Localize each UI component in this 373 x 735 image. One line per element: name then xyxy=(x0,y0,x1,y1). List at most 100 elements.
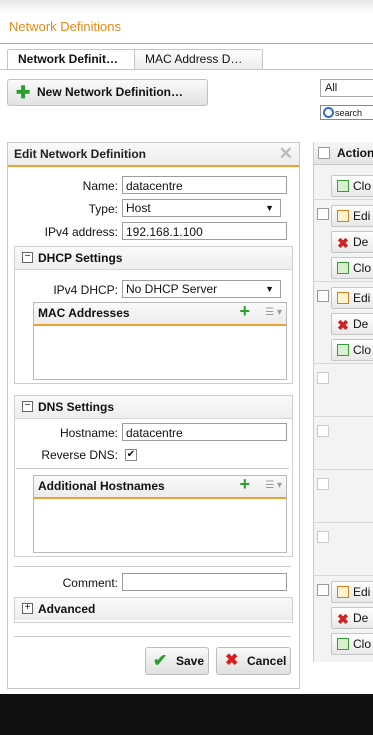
advanced-fieldset: + Advanced xyxy=(14,597,293,623)
dns-settings-title: DNS Settings xyxy=(38,400,115,414)
tab-divider xyxy=(0,69,373,70)
type-select-value: Host xyxy=(126,201,151,215)
edit-icon xyxy=(337,210,349,222)
cancel-icon: ✖ xyxy=(225,652,239,669)
row-checkbox[interactable] xyxy=(317,584,329,596)
ipv4-dhcp-select[interactable]: No DHCP Server ▼ xyxy=(122,280,281,298)
delete-button[interactable]: ✖ De xyxy=(331,313,373,335)
add-icon[interactable]: + xyxy=(239,301,250,322)
title-divider xyxy=(0,43,373,44)
tab-mac-address-definitions[interactable]: MAC Address D… xyxy=(134,49,263,69)
action-column-header: Action xyxy=(337,146,373,160)
reverse-dns-label: Reverse DNS: xyxy=(41,448,118,462)
search-button[interactable]: search xyxy=(320,105,373,120)
row-divider xyxy=(313,469,373,470)
select-all-checkbox[interactable] xyxy=(318,147,330,159)
row-checkbox[interactable] xyxy=(317,290,329,302)
edit-button[interactable]: Edi xyxy=(331,287,373,309)
add-icon[interactable]: + xyxy=(239,474,250,495)
plus-icon: ✚ xyxy=(16,83,31,102)
additional-hostnames-list: Additional Hostnames + ☰ ▾ xyxy=(33,474,287,553)
delete-button[interactable]: ✖ De xyxy=(331,231,373,253)
cancel-button[interactable]: ✖ Cancel xyxy=(216,647,291,675)
copy-icon xyxy=(337,180,349,192)
clone-button[interactable]: Clo xyxy=(331,339,373,361)
button-divider xyxy=(14,636,291,637)
row-divider xyxy=(313,416,373,417)
row-divider xyxy=(313,199,373,200)
ipv4-address-field[interactable]: 192.168.1.100 xyxy=(122,222,287,240)
close-icon[interactable]: ✕ xyxy=(279,144,293,164)
window-title: Network Definitions xyxy=(9,19,121,34)
additional-hostnames-header: Additional Hostnames + ☰ ▾ xyxy=(34,474,286,499)
list-menu-icon[interactable]: ☰ ▾ xyxy=(265,307,282,318)
advanced-title: Advanced xyxy=(38,602,96,616)
copy-icon xyxy=(337,344,349,356)
row-divider xyxy=(313,281,373,282)
new-button-label: New Network Definition… xyxy=(37,85,184,99)
copy-icon xyxy=(337,638,349,650)
row-checkbox[interactable] xyxy=(317,372,329,384)
delete-icon: ✖ xyxy=(337,317,349,333)
filter-select[interactable]: All xyxy=(320,79,373,97)
dhcp-settings-title: DHCP Settings xyxy=(38,251,123,265)
reverse-dns-checkbox[interactable]: ✔ xyxy=(125,449,137,461)
panel-header: Edit Network Definition ✕ xyxy=(8,143,299,167)
delete-icon: ✖ xyxy=(337,235,349,251)
hostname-label: Hostname: xyxy=(59,426,118,440)
new-network-definition-button[interactable]: ✚ New Network Definition… xyxy=(7,79,208,106)
type-label: Type: xyxy=(88,202,118,216)
row-checkbox[interactable] xyxy=(317,425,329,437)
dhcp-settings-header[interactable]: − DHCP Settings xyxy=(15,247,292,270)
comment-divider xyxy=(14,566,291,567)
hostname-field[interactable]: datacentre xyxy=(122,423,287,441)
type-select[interactable]: Host ▼ xyxy=(122,199,281,217)
dns-divider xyxy=(16,468,289,469)
ipv4-dhcp-label: IPv4 DHCP: xyxy=(53,283,118,297)
row-divider xyxy=(313,522,373,523)
dropdown-arrow-icon: ▼ xyxy=(265,284,274,294)
search-icon xyxy=(323,107,334,118)
app-window: Network Definitions Network Definit… MAC… xyxy=(0,0,373,694)
advanced-header[interactable]: + Advanced xyxy=(15,598,292,620)
comment-field[interactable] xyxy=(122,573,287,591)
row-checkbox[interactable] xyxy=(317,478,329,490)
additional-hostnames-title: Additional Hostnames xyxy=(38,479,165,493)
edit-button[interactable]: Edi xyxy=(331,205,373,227)
save-button[interactable]: ✔ Save xyxy=(145,647,209,675)
edit-icon xyxy=(337,292,349,304)
comment-label: Comment: xyxy=(62,576,118,590)
mac-addresses-title: MAC Addresses xyxy=(38,306,130,320)
tab-network-definitions[interactable]: Network Definit… xyxy=(7,49,140,70)
mac-addresses-list: MAC Addresses + ☰ ▾ xyxy=(33,301,287,380)
panel-title: Edit Network Definition xyxy=(14,147,146,161)
save-label: Save xyxy=(176,654,205,668)
grid-header: Action xyxy=(313,142,373,165)
list-menu-icon[interactable]: ☰ ▾ xyxy=(265,480,282,491)
row-divider xyxy=(313,575,373,576)
collapse-icon[interactable]: − xyxy=(22,401,33,412)
delete-icon: ✖ xyxy=(337,611,349,627)
row-divider xyxy=(313,363,373,364)
mac-addresses-header: MAC Addresses + ☰ ▾ xyxy=(34,301,286,326)
expand-icon[interactable]: + xyxy=(22,603,33,614)
cancel-label: Cancel xyxy=(247,654,287,668)
delete-button[interactable]: ✖ De xyxy=(331,607,373,629)
clone-button[interactable]: Clo xyxy=(331,633,373,655)
ipv4-dhcp-value: No DHCP Server xyxy=(126,282,218,296)
checkmark-icon: ✔ xyxy=(153,651,168,670)
dropdown-arrow-icon: ▼ xyxy=(265,203,274,213)
ipv4-label: IPv4 address: xyxy=(44,225,118,239)
clone-button[interactable]: Clo xyxy=(331,257,373,279)
name-field[interactable]: datacentre xyxy=(122,176,287,194)
clone-button[interactable]: Clo xyxy=(331,175,373,197)
collapse-icon[interactable]: − xyxy=(22,252,33,263)
edit-icon xyxy=(337,586,349,598)
search-label: search xyxy=(335,108,363,118)
row-checkbox[interactable] xyxy=(317,531,329,543)
edit-button[interactable]: Edi xyxy=(331,581,373,603)
dns-settings-header[interactable]: − DNS Settings xyxy=(15,396,292,419)
name-label: Name: xyxy=(82,179,118,193)
row-checkbox[interactable] xyxy=(317,208,329,220)
copy-icon xyxy=(337,262,349,274)
